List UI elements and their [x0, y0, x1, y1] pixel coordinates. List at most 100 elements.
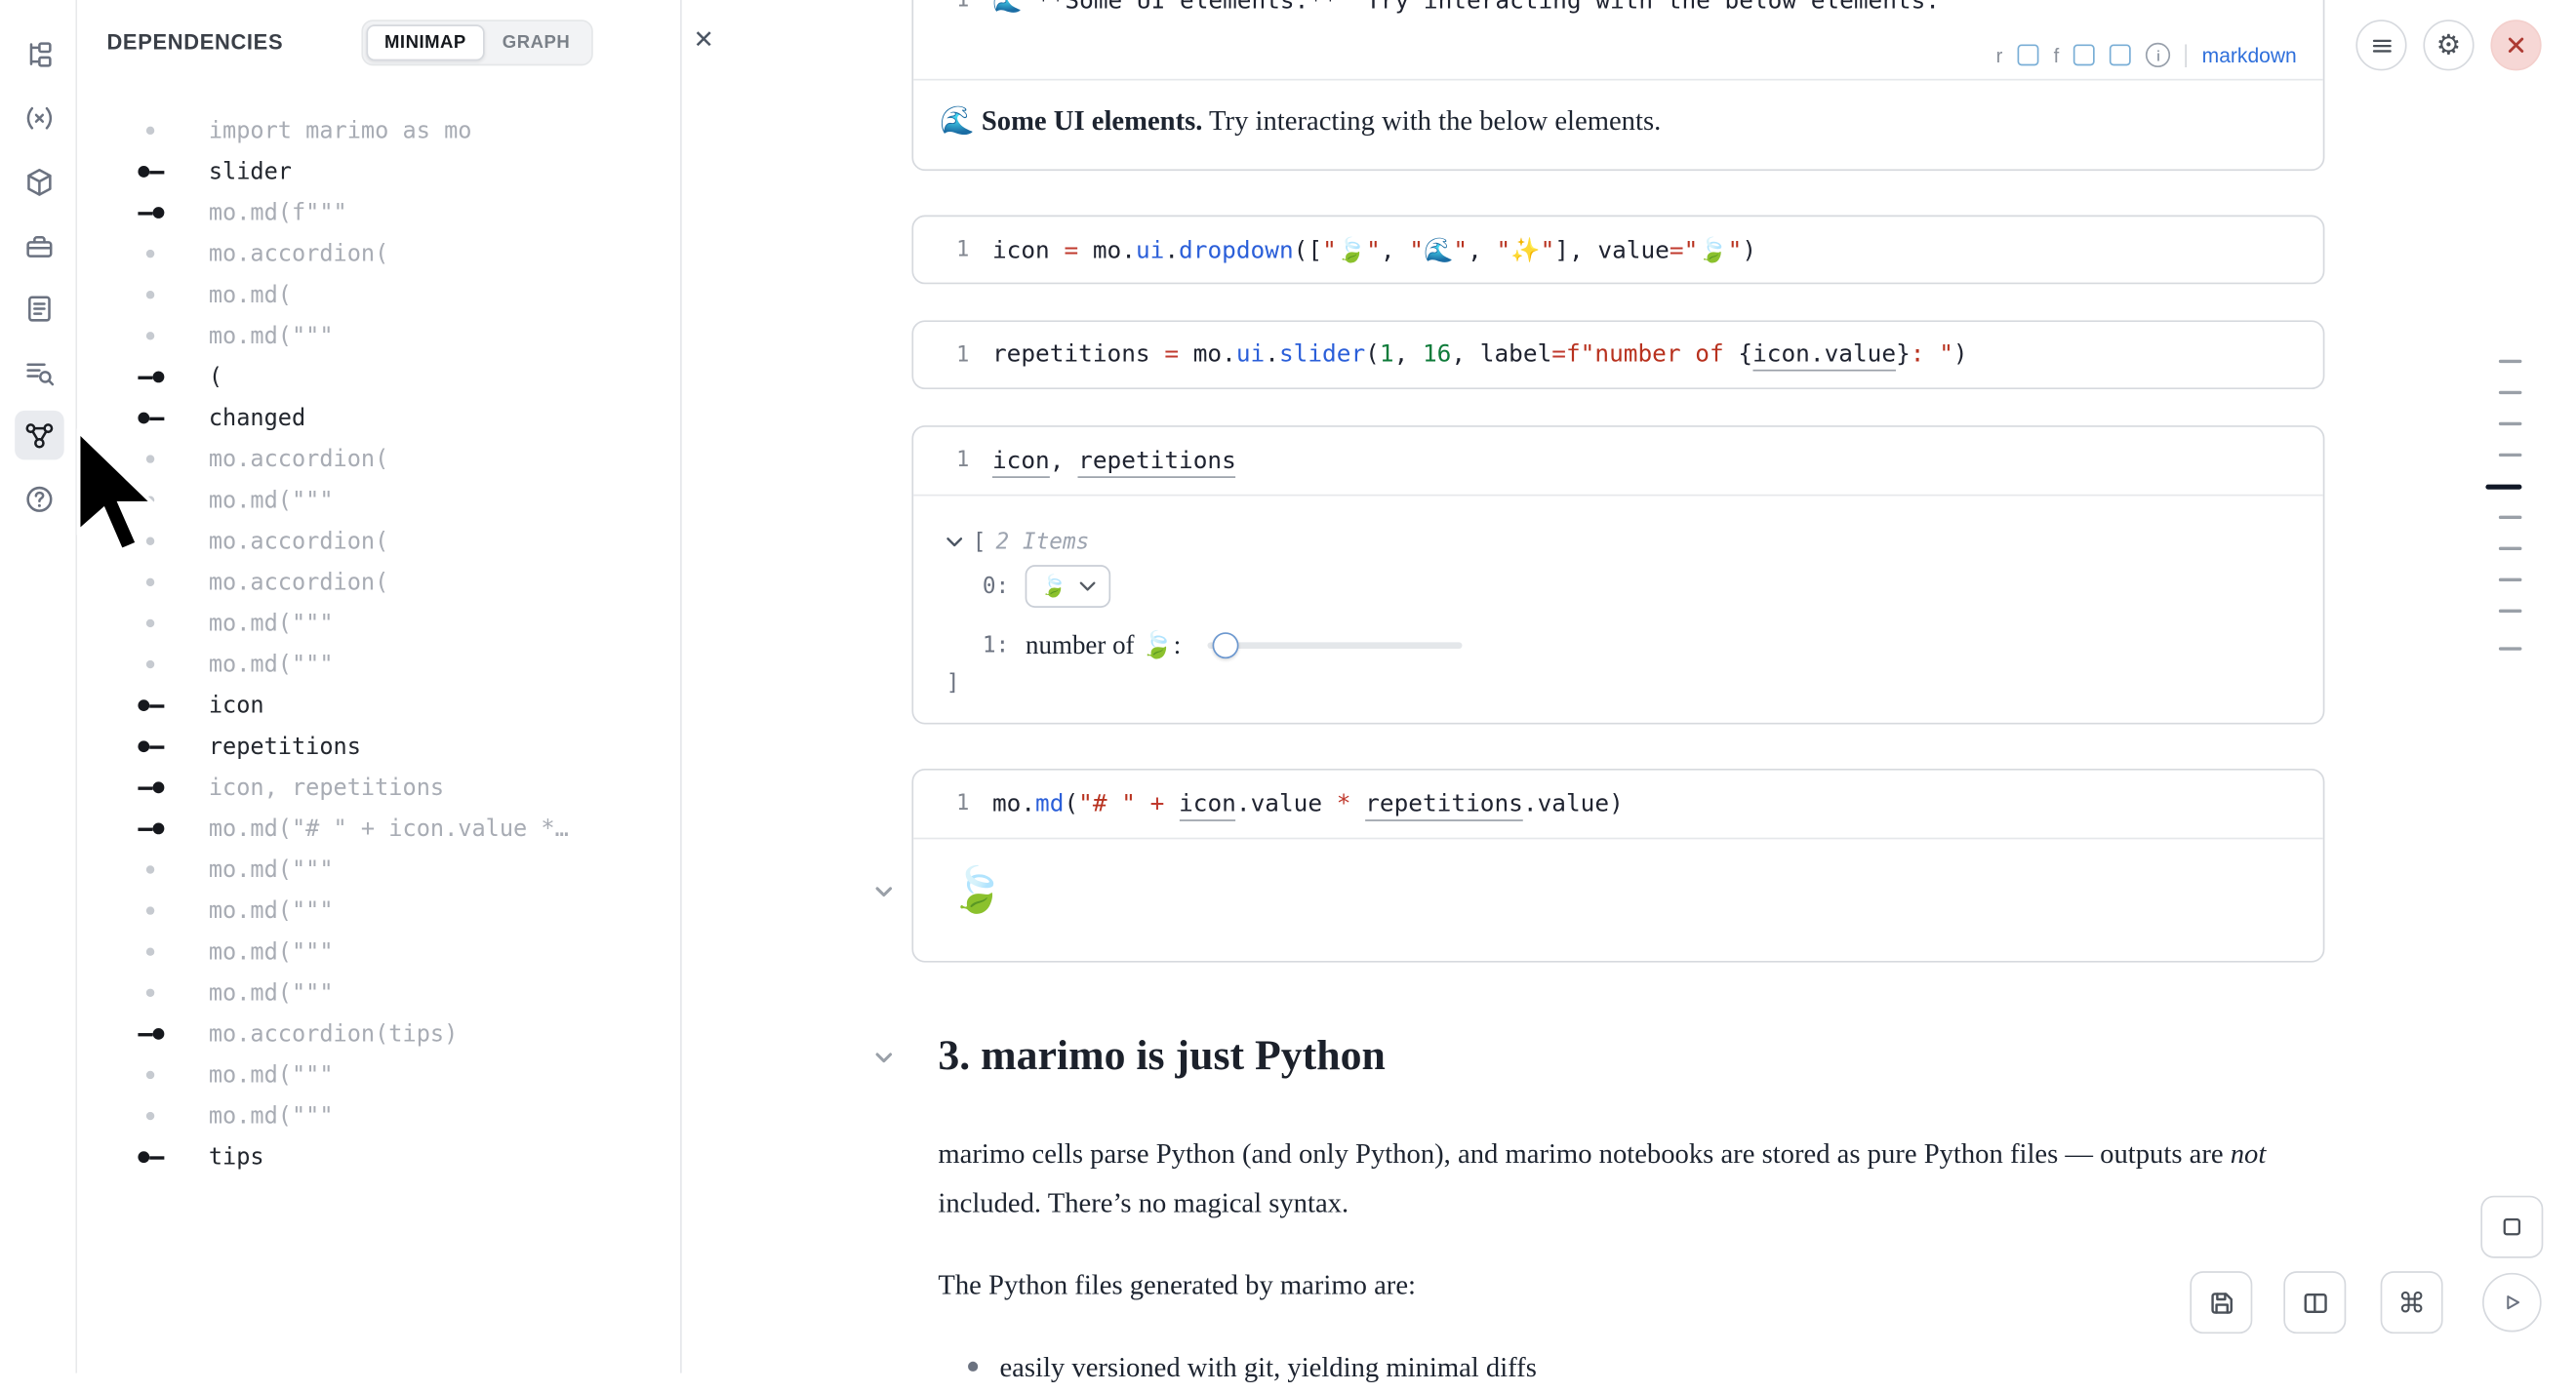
minimap-row[interactable]: icon	[77, 685, 678, 726]
minimap-row[interactable]: mo.md("""	[77, 1055, 678, 1095]
minimap-row[interactable]: mo.md(f"""	[77, 192, 678, 233]
minimap-rail-line[interactable]	[2499, 391, 2522, 394]
minimap-row[interactable]: slider	[77, 151, 678, 192]
minimap-row[interactable]: (	[77, 356, 678, 397]
minimap-row[interactable]: mo.md("""	[77, 480, 678, 521]
toggle-r-label: r	[1996, 44, 2003, 67]
file-tree-icon[interactable]	[15, 29, 64, 79]
minimap-row[interactable]: changed	[77, 397, 678, 438]
minimap-row[interactable]: mo.md("""	[77, 603, 678, 644]
code-token: "✨"	[1496, 237, 1554, 263]
tree-output: [ 2 Items 0: 🍃 1: number of 🍃: ]	[913, 496, 2323, 724]
collapse-chevron[interactable]	[872, 880, 896, 903]
toggle-f-checkbox[interactable]	[2073, 44, 2095, 65]
code-token: f"number of	[1566, 341, 1738, 368]
code-token: 🌊 **Some UI elements.** Try interacting …	[992, 0, 1940, 15]
minimap-row[interactable]: mo.accordion(tips)	[77, 1014, 678, 1055]
markdown-cell-footer: r f i markdown	[913, 31, 2323, 81]
layout-button[interactable]	[2283, 1271, 2346, 1333]
minimap-node-icon	[137, 738, 166, 755]
output-text: Try interacting with the below elements.	[1202, 105, 1661, 137]
minimap-row[interactable]: mo.accordion(	[77, 233, 678, 274]
code-token: "🍃"	[1322, 237, 1381, 263]
minimap-row-label: mo.md(f"""	[209, 200, 347, 226]
minimap-row[interactable]: mo.md(	[77, 274, 678, 315]
minimap-rail-line[interactable]	[2499, 578, 2522, 581]
minimap-row[interactable]: mo.md("# " + icon.value *…	[77, 808, 678, 849]
language-label[interactable]: markdown	[2202, 44, 2297, 67]
minimap-row[interactable]: mo.md("""	[77, 849, 678, 890]
minimap-rail-line[interactable]	[2499, 516, 2522, 519]
minimap-rail-line[interactable]	[2499, 454, 2522, 457]
minimap-row[interactable]: mo.md("""	[77, 315, 678, 356]
minimap-row[interactable]: import marimo as mo	[77, 110, 678, 151]
code-editor[interactable]: 1 icon, repetitions	[913, 427, 2323, 497]
minimap-row-label: repetitions	[209, 734, 361, 760]
minimap-row[interactable]: icon, repetitions	[77, 767, 678, 808]
minimap-row[interactable]: tips	[77, 1136, 678, 1177]
minimap-row[interactable]: mo.md("""	[77, 891, 678, 932]
cell-dropdown-code[interactable]: 1 icon = mo.ui.dropdown(["🍃", "🌊", "✨"],…	[911, 216, 2324, 285]
shutdown-button[interactable]	[2490, 20, 2541, 70]
save-button[interactable]	[2190, 1271, 2252, 1333]
minimap-row[interactable]: mo.accordion(	[77, 439, 678, 480]
slider-track[interactable]	[1207, 642, 1462, 650]
minimap-row[interactable]: repetitions	[77, 726, 678, 767]
dropdown-widget[interactable]: 🍃	[1026, 565, 1111, 608]
minimap-rail-line[interactable]	[2485, 485, 2521, 490]
minimap-row[interactable]: mo.md("""	[77, 1095, 678, 1136]
minimap-row-label: mo.accordion(	[209, 241, 388, 267]
minimap-row[interactable]: mo.md("""	[77, 973, 678, 1014]
minimap-row-label: mo.accordion(	[209, 528, 388, 554]
packages-icon[interactable]	[15, 158, 64, 208]
shortcuts-button[interactable]: ⌘	[2381, 1271, 2443, 1333]
logs-icon[interactable]	[15, 348, 64, 398]
markdown-editor[interactable]: 1 🌊 **Some UI elements.** Try interactin…	[913, 0, 2323, 31]
toggle-extra-checkbox[interactable]	[2110, 44, 2131, 65]
tree-collapse-icon[interactable]	[946, 529, 963, 555]
toolbox-icon[interactable]	[15, 221, 64, 271]
minimap-row[interactable]: mo.accordion(	[77, 521, 678, 562]
menu-button[interactable]	[2355, 20, 2406, 70]
minimap-rail-line[interactable]	[2499, 547, 2522, 550]
tab-graph[interactable]: GRAPH	[484, 24, 587, 60]
minimap-row-label: mo.accordion(tips)	[209, 1020, 458, 1047]
code-line: mo.md("# " + icon.value * repetitions.va…	[992, 791, 1624, 817]
settings-button[interactable]: ⚙	[2423, 20, 2474, 70]
close-panel-icon[interactable]: ✕	[694, 28, 714, 53]
code-editor[interactable]: 1 mo.md("# " + icon.value * repetitions.…	[913, 771, 2323, 840]
minimap-rail-line[interactable]	[2499, 360, 2522, 363]
minimap-row[interactable]: mo.md("""	[77, 644, 678, 685]
cell-slider-code[interactable]: 1 repetitions = mo.ui.slider(1, 16, labe…	[911, 320, 2324, 389]
collapse-chevron[interactable]	[872, 1046, 896, 1069]
bullet-text: easily versioned with git, yielding mini…	[999, 1343, 1536, 1393]
minimap-row-label: mo.md("""	[209, 897, 334, 924]
code-token: )	[1953, 341, 1968, 368]
slider-thumb[interactable]	[1212, 633, 1238, 659]
line-number: 1	[937, 792, 970, 816]
code-line: 🌊 **Some UI elements.** Try interacting …	[992, 0, 1940, 15]
minimap-rail-line[interactable]	[2499, 610, 2522, 613]
code-token: .value	[1523, 791, 1609, 817]
minimap-row-label: mo.md("""	[209, 938, 334, 965]
minimap-rail-line[interactable]	[2499, 647, 2522, 650]
code-token: repetitions	[1365, 791, 1523, 820]
info-icon[interactable]: i	[2146, 43, 2170, 67]
code-token: icon	[1179, 791, 1236, 820]
scratchpad-icon[interactable]	[15, 284, 64, 334]
bullet-item: ● easily versioned with git, yielding mi…	[966, 1343, 2297, 1393]
code-snippets-icon[interactable]	[15, 94, 64, 143]
fullscreen-button[interactable]	[2480, 1196, 2543, 1258]
minimap-row[interactable]: mo.md("""	[77, 932, 678, 973]
toggle-r-checkbox[interactable]	[2018, 44, 2039, 65]
minimap-node-icon	[137, 492, 166, 508]
help-icon[interactable]	[15, 475, 64, 525]
paragraph: marimo cells parse Python (and only Pyth…	[938, 1130, 2285, 1228]
tab-minimap[interactable]: MINIMAP	[366, 24, 484, 60]
dependencies-icon[interactable]	[15, 411, 64, 460]
minimap-row[interactable]: mo.accordion(	[77, 562, 678, 603]
code-token: .	[1265, 341, 1279, 368]
code-token: icon	[992, 448, 1050, 477]
run-button[interactable]	[2482, 1273, 2542, 1333]
minimap-rail-line[interactable]	[2499, 422, 2522, 425]
